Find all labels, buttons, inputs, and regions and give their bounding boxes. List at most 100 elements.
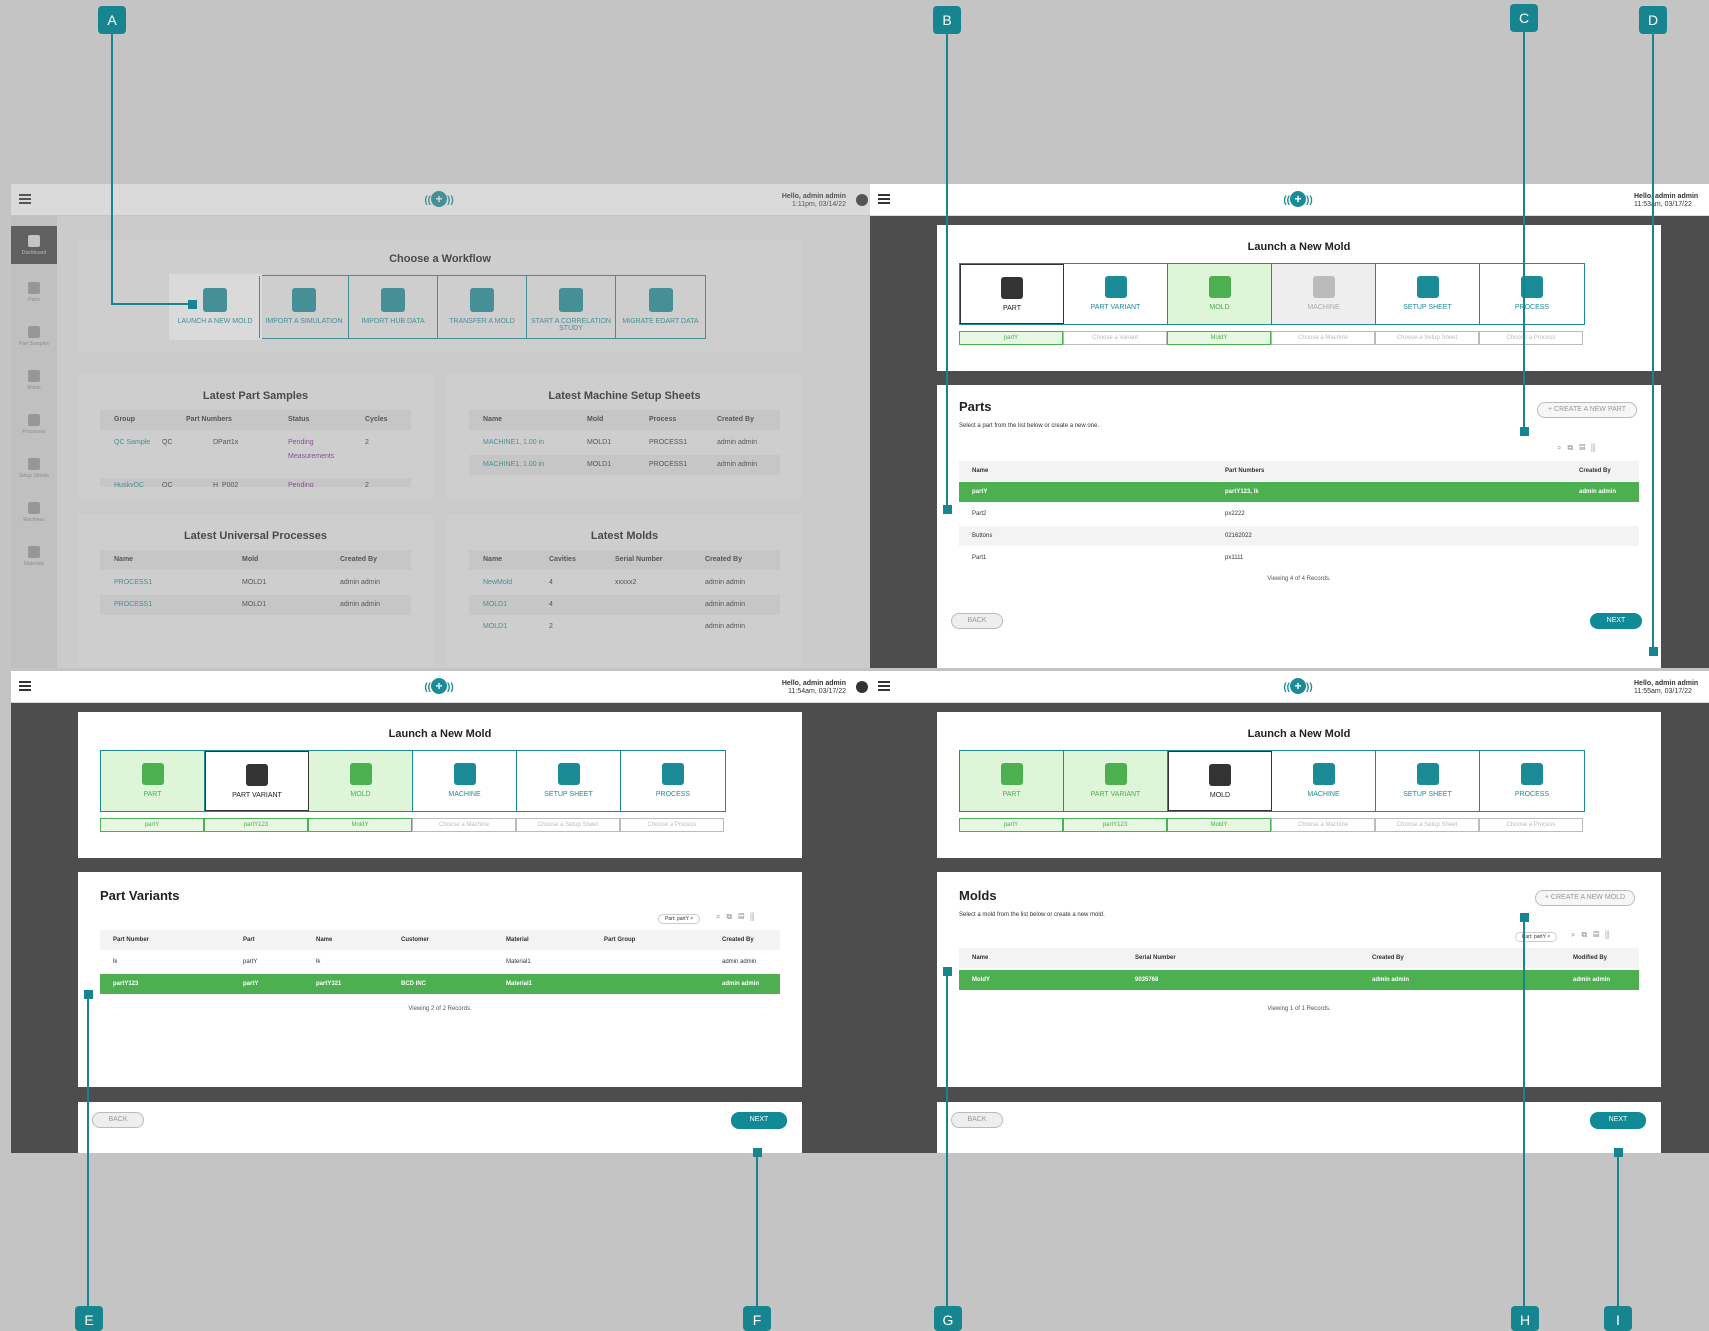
callout-anchor — [753, 1148, 762, 1157]
callout-anchor — [943, 505, 952, 514]
section-subtitle: Select a mold from the list below or cre… — [959, 912, 1105, 918]
step-label: PART — [143, 791, 162, 798]
search-icon[interactable]: ⌕ — [716, 912, 726, 921]
step-part[interactable]: PART — [960, 264, 1064, 324]
copy-icon[interactable]: ⧉ — [1581, 930, 1593, 939]
table-row[interactable]: lk partY lk Material1 admin admin — [100, 952, 780, 972]
table-row[interactable]: Part1 px1111 — [959, 548, 1639, 568]
step-part[interactable]: PART — [960, 751, 1064, 811]
callout-line — [87, 992, 89, 1307]
chip-mold[interactable]: MoldY — [1167, 818, 1271, 832]
step-process[interactable]: PROCESS — [1480, 264, 1584, 324]
step-part-variant[interactable]: PART VARIANT — [1064, 264, 1168, 324]
top-bar: ((+)) Hello, admin admin 11:55am, 03/17/2… — [870, 671, 1709, 703]
chip-mold[interactable]: MoldY — [1167, 331, 1271, 345]
filter-text: Part: partY — [665, 916, 689, 922]
step-machine[interactable]: MACHINE — [1272, 264, 1376, 324]
back-button[interactable]: BACK — [92, 1112, 144, 1128]
chip-mold[interactable]: MoldY — [308, 818, 412, 832]
step-mold[interactable]: MOLD — [1168, 751, 1272, 811]
table-row[interactable]: partY123 partY partY321 BCD INC Material… — [100, 974, 780, 994]
section-title: Parts — [959, 399, 992, 414]
chip-setup-sheet[interactable]: Choose a Setup Sheet — [1375, 818, 1479, 832]
record-count: Viewing 2 of 2 Records. — [408, 1006, 472, 1012]
table-tools: ⌕⧉▤⫼ — [1571, 930, 1615, 940]
chip-machine[interactable]: Choose a Machine — [1271, 331, 1375, 345]
create-new-part-button[interactable]: + CREATE A NEW PART — [1537, 402, 1637, 418]
molds-card: Molds Select a mold from the list below … — [937, 872, 1661, 1087]
step-setup-sheet[interactable]: SETUP SHEET — [1376, 751, 1480, 811]
greeting-text: Hello, admin admin — [1634, 680, 1699, 687]
col-header: Part Number — [113, 937, 150, 943]
step-setup-sheet[interactable]: SETUP SHEET — [1376, 264, 1480, 324]
chip-part[interactable]: partY — [100, 818, 204, 832]
filter-chip[interactable]: Part: partY × — [658, 914, 701, 924]
step-label: MACHINE — [1307, 304, 1340, 311]
copy-icon[interactable]: ⧉ — [1567, 443, 1579, 452]
cell: MoldY — [972, 977, 990, 983]
chip-setup-sheet[interactable]: Choose a Setup Sheet — [516, 818, 620, 832]
table-row[interactable]: MoldY 9035768 admin admin admin admin — [959, 970, 1639, 990]
chip-variant[interactable]: Choose a Variant — [1063, 331, 1167, 345]
copy-icon[interactable]: ⧉ — [726, 912, 738, 921]
filter-chip[interactable]: Part: partY × — [1515, 932, 1558, 942]
chip-setup-sheet[interactable]: Choose a Setup Sheet — [1375, 331, 1479, 345]
create-new-mold-button[interactable]: + CREATE A NEW MOLD — [1535, 890, 1635, 906]
columns-icon[interactable]: ⫼ — [750, 912, 760, 921]
user-greeting: Hello, admin admin 11:54am, 03/17/22 — [782, 680, 846, 696]
table-row[interactable]: Part2 px2222 — [959, 504, 1639, 524]
back-button[interactable]: BACK — [951, 1112, 1003, 1128]
cell: px1111 — [1225, 555, 1244, 561]
step-process[interactable]: PROCESS — [621, 751, 725, 811]
chip-part[interactable]: partY — [959, 818, 1063, 832]
selection-chips: partY partY123 MoldY Choose a Machine Ch… — [959, 818, 1583, 832]
col-header: Material — [506, 937, 529, 943]
callout-line — [111, 303, 193, 305]
cell: admin admin — [1573, 977, 1611, 983]
greeting-text: Hello, admin admin — [781, 680, 846, 687]
step-mold[interactable]: MOLD — [309, 751, 413, 811]
step-label: PART VARIANT — [1090, 791, 1141, 798]
step-setup-sheet[interactable]: SETUP SHEET — [517, 751, 621, 811]
step-label: MACHINE — [448, 791, 481, 798]
step-part[interactable]: PART — [101, 751, 205, 811]
user-avatar-icon[interactable] — [856, 681, 868, 693]
columns-icon[interactable]: ⫼ — [1591, 443, 1601, 452]
search-icon[interactable]: ⌕ — [1571, 930, 1581, 939]
chip-variant[interactable]: partY123 — [1063, 818, 1167, 832]
launch-title: Launch a New Mold — [388, 728, 492, 740]
table-row[interactable]: Buttons 02162022 — [959, 526, 1639, 546]
step-machine[interactable]: MACHINE — [413, 751, 517, 811]
cube-icon — [1104, 763, 1127, 785]
hamburger-menu-icon[interactable] — [878, 681, 890, 691]
cell: Material1 — [506, 981, 533, 987]
archive-icon[interactable]: ▤ — [1593, 930, 1605, 939]
chip-process[interactable]: Choose a Process — [1479, 818, 1583, 832]
chip-part[interactable]: partY — [959, 331, 1063, 345]
chip-machine[interactable]: Choose a Machine — [1271, 818, 1375, 832]
hamburger-menu-icon[interactable] — [19, 681, 31, 691]
next-button[interactable]: NEXT — [731, 1112, 787, 1129]
table-row[interactable]: partY partY123, lk admin admin — [959, 482, 1639, 502]
next-button[interactable]: NEXT — [1590, 1112, 1646, 1129]
step-process[interactable]: PROCESS — [1480, 751, 1584, 811]
step-mold[interactable]: MOLD — [1168, 264, 1272, 324]
callout-marker-i: I — [1604, 1306, 1632, 1331]
hamburger-menu-icon[interactable] — [878, 194, 890, 204]
search-icon[interactable]: ⌕ — [1557, 443, 1567, 452]
archive-icon[interactable]: ▤ — [738, 912, 750, 921]
chip-process[interactable]: Choose a Process — [1479, 331, 1583, 345]
next-button[interactable]: NEXT — [1590, 613, 1642, 629]
archive-icon[interactable]: ▤ — [1579, 443, 1591, 452]
machine-icon — [453, 763, 476, 785]
back-button[interactable]: BACK — [951, 613, 1003, 629]
columns-icon[interactable]: ⫼ — [1605, 930, 1615, 939]
step-machine[interactable]: MACHINE — [1272, 751, 1376, 811]
chip-machine[interactable]: Choose a Machine — [412, 818, 516, 832]
chip-process[interactable]: Choose a Process — [620, 818, 724, 832]
chip-variant[interactable]: partY123 — [204, 818, 308, 832]
step-part-variant[interactable]: PART VARIANT — [205, 751, 309, 811]
parts-card: Parts Select a part from the list below … — [937, 385, 1661, 668]
step-part-variant[interactable]: PART VARIANT — [1064, 751, 1168, 811]
cell: Part2 — [972, 511, 987, 517]
